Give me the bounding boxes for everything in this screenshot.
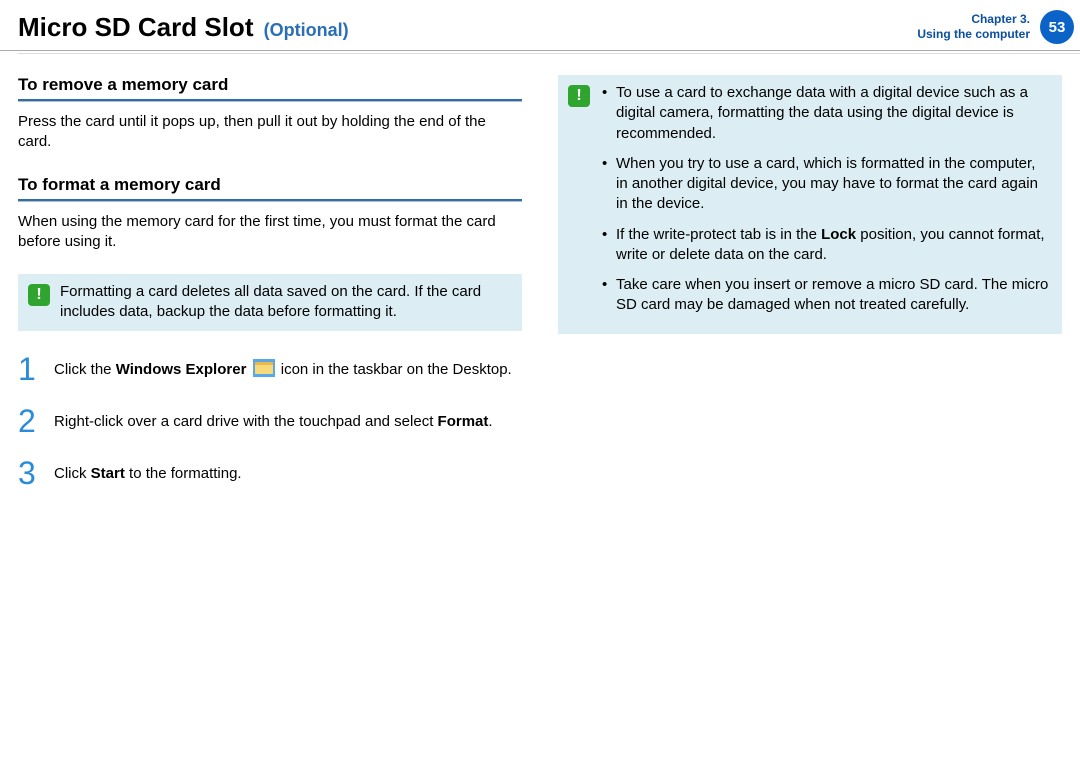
text: icon in the taskbar on the Desktop. — [281, 361, 512, 378]
windows-explorer-icon — [253, 359, 275, 377]
bold-windows-explorer: Windows Explorer — [116, 361, 247, 378]
bold-format: Format — [438, 413, 489, 430]
alert-icon: ! — [28, 284, 50, 306]
step-3-body: Click Start to the formatting. — [54, 457, 242, 489]
section-remove-body: Press the card until it pops up, then pu… — [18, 112, 522, 153]
step-2-body: Right-click over a card drive with the t… — [54, 405, 493, 437]
text: to the formatting. — [125, 465, 242, 482]
title-main: Micro SD Card Slot — [18, 12, 253, 42]
page-number-badge: 53 — [1040, 10, 1074, 44]
text: . — [488, 413, 492, 430]
bullet-2: When you try to use a card, which is for… — [600, 154, 1050, 215]
title-optional: (Optional) — [264, 20, 349, 40]
bold-start: Start — [91, 465, 125, 482]
bullet-3: If the write-protect tab is in the Lock … — [600, 225, 1050, 266]
step-number: 3 — [18, 457, 38, 489]
note-bullets: To use a card to exchange data with a di… — [600, 83, 1050, 326]
right-column: ! To use a card to exchange data with a … — [558, 75, 1062, 509]
section-remove-title: To remove a memory card — [18, 75, 522, 95]
alert-icon: ! — [568, 85, 590, 107]
text: If the write-protect tab is in the — [616, 226, 821, 243]
page-title: Micro SD Card Slot (Optional) — [18, 12, 349, 43]
step-1: 1 Click the Windows Explorer icon in the… — [18, 353, 522, 385]
bullet-4: Take care when you insert or remove a mi… — [600, 275, 1050, 316]
note-text: Formatting a card deletes all data saved… — [60, 282, 510, 323]
text: Click the — [54, 361, 116, 378]
step-number: 1 — [18, 353, 38, 385]
chapter-line-1: Chapter 3. — [917, 12, 1030, 27]
chapter-line-2: Using the computer — [917, 27, 1030, 42]
page-header: Micro SD Card Slot (Optional) Chapter 3.… — [0, 0, 1080, 51]
header-divider — [18, 53, 1080, 54]
content-columns: To remove a memory card Press the card u… — [0, 51, 1080, 509]
step-1-body: Click the Windows Explorer icon in the t… — [54, 353, 512, 385]
section-divider — [18, 99, 522, 102]
note-box-right: ! To use a card to exchange data with a … — [558, 75, 1062, 334]
section-divider — [18, 199, 522, 202]
header-right: Chapter 3. Using the computer 53 — [917, 10, 1080, 44]
section-format-title: To format a memory card — [18, 175, 522, 195]
bold-lock: Lock — [821, 226, 856, 243]
left-column: To remove a memory card Press the card u… — [18, 75, 522, 509]
text: Click — [54, 465, 91, 482]
section-format-body: When using the memory card for the first… — [18, 212, 522, 253]
step-2: 2 Right-click over a card drive with the… — [18, 405, 522, 437]
format-steps: 1 Click the Windows Explorer icon in the… — [18, 353, 522, 489]
bullet-1: To use a card to exchange data with a di… — [600, 83, 1050, 144]
step-number: 2 — [18, 405, 38, 437]
step-3: 3 Click Start to the formatting. — [18, 457, 522, 489]
text: Right-click over a card drive with the t… — [54, 413, 438, 430]
chapter-label: Chapter 3. Using the computer — [917, 12, 1030, 42]
note-box: ! Formatting a card deletes all data sav… — [18, 274, 522, 331]
